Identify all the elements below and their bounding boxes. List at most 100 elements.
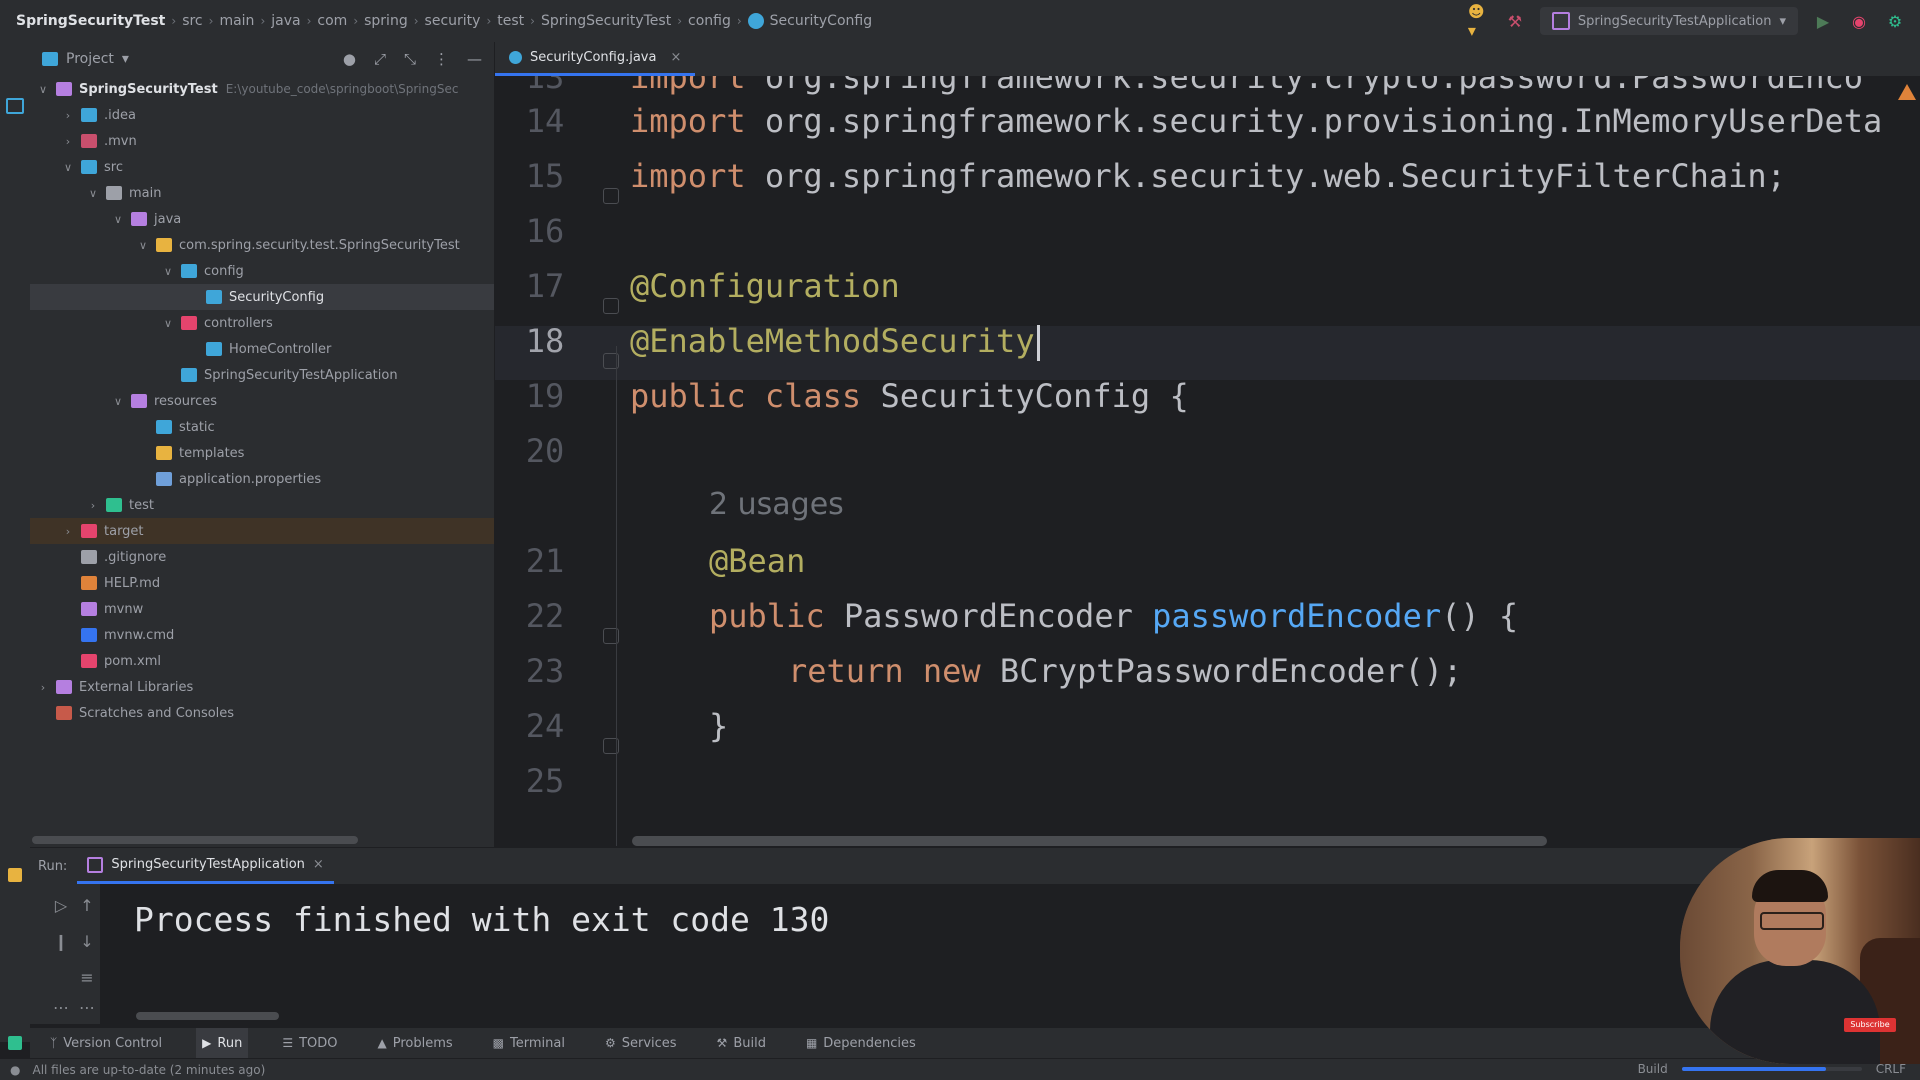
hide-icon[interactable]: — (467, 50, 482, 68)
breadcrumb-item[interactable]: test (497, 13, 524, 29)
tree-item[interactable]: SecurityConfig (30, 284, 494, 310)
breadcrumb-item[interactable]: config (688, 13, 731, 29)
chevron-down-icon[interactable]: ∨ (111, 395, 125, 408)
tree-item[interactable]: › External Libraries (30, 674, 494, 700)
stop-icon[interactable]: ◉ (1848, 10, 1870, 32)
more-icon[interactable]: ⋯ (74, 998, 100, 1024)
wrap-icon[interactable]: ≡ (74, 968, 100, 994)
breadcrumb-item[interactable]: SecurityConfig (770, 13, 872, 29)
close-icon[interactable]: × (670, 50, 681, 65)
tab-run-application[interactable]: SpringSecurityTestApplication × (77, 848, 334, 884)
build-progress-bar[interactable] (1681, 1067, 1862, 1071)
rerun-icon[interactable]: ▷ (48, 896, 74, 922)
tab-securityconfig[interactable]: SecurityConfig.java × (495, 42, 696, 76)
tab-version-control[interactable]: ᛉ Version Control (44, 1028, 168, 1058)
tree-item[interactable]: ∨ config (30, 258, 494, 284)
tree-item[interactable]: static (30, 414, 494, 440)
breadcrumb-item[interactable]: src (182, 13, 202, 29)
locate-icon[interactable]: ● (343, 50, 356, 68)
arrow-up-icon[interactable]: ↑ (74, 896, 100, 922)
run-configuration-dropdown[interactable]: SpringSecurityTestApplication ▾ (1539, 7, 1798, 35)
tree-item[interactable]: mvnw (30, 596, 494, 622)
tree-item[interactable]: ∨ src (30, 154, 494, 180)
breadcrumb-item[interactable]: SpringSecurityTest (541, 13, 671, 29)
status-message[interactable]: All files are up-to-date (2 minutes ago) (32, 1063, 265, 1077)
chevron-down-icon[interactable]: ∨ (111, 213, 125, 226)
options-icon[interactable]: ⋮ (434, 50, 449, 68)
tree-item[interactable]: › .idea (30, 102, 494, 128)
chevron-down-icon[interactable]: ∨ (161, 265, 175, 278)
usages-hint[interactable]: 2 usages (709, 487, 844, 522)
chevron-down-icon[interactable]: ∨ (61, 161, 75, 174)
breadcrumb-item[interactable]: spring (364, 13, 408, 29)
tree-item[interactable]: ∨ resources (30, 388, 494, 414)
tree-item[interactable]: ∨ controllers (30, 310, 494, 336)
tab-build[interactable]: ⚒ Build (711, 1028, 772, 1058)
run-icon[interactable]: ▶ (1812, 10, 1834, 32)
tab-run[interactable]: ▶ Run (196, 1028, 249, 1058)
console-output[interactable]: Process finished with exit code 130 (134, 900, 829, 939)
tree-item[interactable]: › test (30, 492, 494, 518)
arrow-down-icon[interactable]: ↓ (74, 932, 100, 958)
project-scrollbar[interactable] (32, 836, 358, 844)
chevron-down-icon[interactable]: ∨ (86, 187, 100, 200)
breadcrumb-item[interactable]: security (425, 13, 481, 29)
fold-marker-icon[interactable] (603, 188, 619, 204)
tab-problems[interactable]: ▲ Problems (372, 1028, 459, 1058)
tab-terminal[interactable]: ▩ Terminal (487, 1028, 571, 1058)
tree-item[interactable]: Scratches and Consoles (30, 700, 494, 726)
tree-item[interactable]: mvnw.cmd (30, 622, 494, 648)
breadcrumb-item[interactable]: main (219, 13, 254, 29)
line-number: 19 (525, 377, 565, 415)
tab-todo[interactable]: ☰ TODO (276, 1028, 343, 1058)
tab-services[interactable]: ⚙ Services (599, 1028, 683, 1058)
tree-item[interactable]: › .mvn (30, 128, 494, 154)
tab-dependencies[interactable]: ▦ Dependencies (800, 1028, 922, 1058)
project-tool-icon[interactable] (6, 98, 24, 114)
chevron-down-icon[interactable]: ▾ (122, 51, 129, 67)
tree-item[interactable]: ∨ SpringSecurityTest E:\youtube_code\sprin… (30, 76, 494, 102)
chevron-down-icon[interactable]: ∨ (136, 239, 150, 252)
more-icon[interactable]: ⋯ (48, 998, 74, 1024)
build-status-label[interactable]: Build (1638, 1062, 1668, 1076)
hammer-icon[interactable]: ⚒ (1504, 10, 1526, 32)
tree-item[interactable]: templates (30, 440, 494, 466)
tree-item[interactable]: HomeController (30, 336, 494, 362)
warning-icon[interactable] (1898, 84, 1916, 100)
expand-all-icon[interactable]: ⤢ (374, 50, 386, 68)
tree-item[interactable]: application.properties (30, 466, 494, 492)
tree-item[interactable]: ∨ main (30, 180, 494, 206)
subscribe-badge[interactable]: Subscribe (1844, 1018, 1896, 1032)
tree-item[interactable]: .gitignore (30, 544, 494, 570)
fold-marker-icon[interactable] (603, 298, 619, 314)
settings-icon[interactable]: ⚙ (1884, 10, 1906, 32)
close-icon[interactable]: × (313, 857, 324, 872)
run-configuration-label: SpringSecurityTestApplication (1577, 13, 1772, 29)
breadcrumb-item[interactable]: SpringSecurityTest (16, 13, 165, 29)
project-panel-title[interactable]: Project (66, 51, 114, 67)
chevron-right-icon[interactable]: › (86, 499, 100, 512)
chevron-down-icon[interactable]: ∨ (161, 317, 175, 330)
breadcrumb-item[interactable]: java (271, 13, 300, 29)
collapse-all-icon[interactable]: ⤡ (404, 50, 416, 68)
console-scrollbar[interactable] (136, 1012, 279, 1020)
tree-item[interactable]: ∨ java (30, 206, 494, 232)
editor-scrollbar[interactable] (632, 836, 1547, 846)
user-icon[interactable]: ☻▾ (1468, 2, 1490, 40)
chevron-right-icon[interactable]: › (36, 681, 50, 694)
tree-item[interactable]: HELP.md (30, 570, 494, 596)
bookmark-icon[interactable] (8, 868, 22, 882)
tree-item[interactable]: › target (30, 518, 494, 544)
chevron-right-icon[interactable]: › (61, 135, 75, 148)
chevron-down-icon[interactable]: ∨ (36, 83, 50, 96)
structure-icon[interactable] (8, 1036, 22, 1050)
chevron-right-icon[interactable]: › (61, 525, 75, 538)
code-editor[interactable]: 13 14 15 16 17 18 19 20 21 22 23 24 25 i… (495, 76, 1920, 848)
tree-item[interactable]: pom.xml (30, 648, 494, 674)
tree-item[interactable]: ∨ com.spring.security.test.SpringSecurity… (30, 232, 494, 258)
line-separator-indicator[interactable]: CRLF (1876, 1062, 1906, 1076)
tree-item[interactable]: SpringSecurityTestApplication (30, 362, 494, 388)
chevron-right-icon[interactable]: › (61, 109, 75, 122)
breadcrumb-item[interactable]: com (317, 13, 347, 29)
pause-icon[interactable]: ❙ (48, 932, 74, 958)
